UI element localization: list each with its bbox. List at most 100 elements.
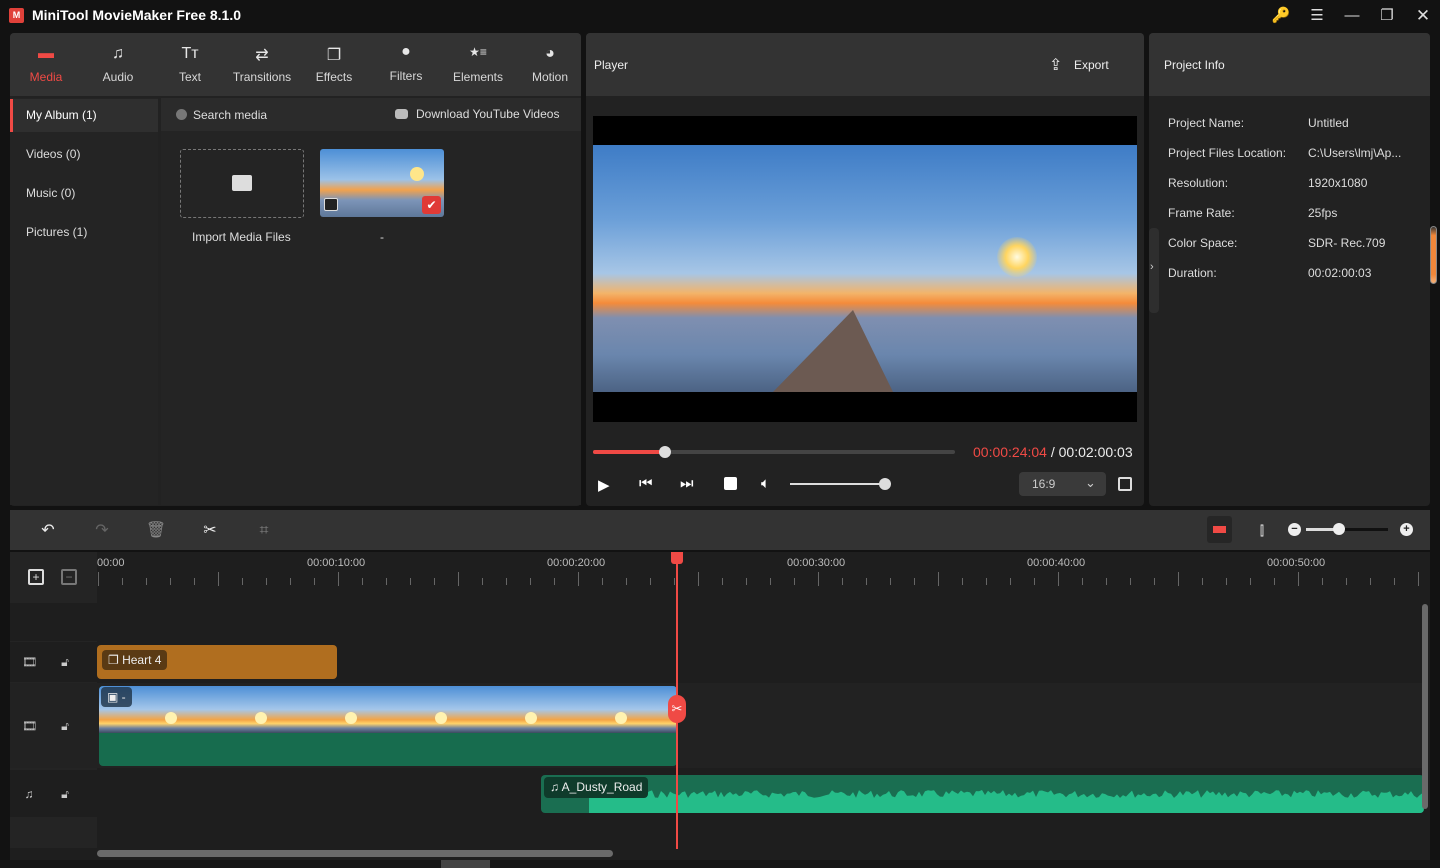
tab-elements[interactable]: ★≡ Elements <box>443 33 513 96</box>
ruler-tick <box>794 578 795 585</box>
total-time: 00:02:00:03 <box>1058 444 1133 460</box>
lock-icon[interactable]: 🔓︎ <box>58 655 72 669</box>
lock-icon[interactable]: 🔓︎ <box>58 719 72 733</box>
play-button[interactable]: ▶ <box>598 476 610 494</box>
bottom-strip <box>0 860 1440 868</box>
filmstrip-frame <box>279 686 369 733</box>
ruler-tick <box>842 578 843 585</box>
text-icon: Tт <box>181 45 199 62</box>
ruler-tick <box>1082 578 1083 585</box>
zoom-in-icon[interactable]: + <box>1400 523 1413 536</box>
media-library: Search media Download YouTube Videos Imp… <box>161 98 581 505</box>
redo-icon[interactable]: ↷ <box>91 520 113 542</box>
split-scissors-icon[interactable]: ✂ <box>199 520 221 542</box>
current-time: 00:00:24:04 <box>973 444 1047 460</box>
snap-toggle[interactable] <box>1207 516 1232 543</box>
tab-media[interactable]: ▬ Media <box>11 33 81 96</box>
next-frame-button[interactable]: ⏭ <box>680 475 694 492</box>
stop-button[interactable] <box>724 477 737 490</box>
filmstrip-frame <box>369 686 459 733</box>
timeline-zoom-slider[interactable] <box>1306 523 1388 535</box>
image-type-icon: ▣ <box>107 690 122 704</box>
ruler-tick <box>242 578 243 585</box>
export-button[interactable]: Export <box>1074 58 1109 72</box>
sun-image <box>345 712 357 724</box>
audio-clip[interactable]: ♫ A_Dusty_Road <box>541 775 1424 813</box>
tab-motion-label: Motion <box>531 70 569 84</box>
elements-icon: ★≡ <box>469 45 487 59</box>
download-youtube-button[interactable]: Download YouTube Videos <box>416 107 559 121</box>
sun-image <box>615 712 627 724</box>
zoom-handle[interactable] <box>1332 523 1345 535</box>
volume-icon[interactable]: 🔈︎ <box>761 475 770 492</box>
tab-transitions[interactable]: ⇄ Transitions <box>227 33 297 96</box>
motion-icon: ◕ <box>545 45 555 62</box>
lock-icon[interactable]: 🔓︎ <box>58 787 72 801</box>
volume-slider[interactable] <box>790 478 891 490</box>
aspect-ratio-dropdown[interactable]: 16:9 ⌄ <box>1019 472 1106 496</box>
video-clip[interactable]: ▣ - <box>99 686 677 766</box>
media-tabs-bar: ▬ Media ♫ Audio Tт Text ⇄ Transitions ❐ … <box>10 33 581 96</box>
tab-text[interactable]: Tт Text <box>155 33 225 96</box>
volume-handle[interactable] <box>879 478 891 490</box>
playback-progress-bar[interactable] <box>593 446 955 458</box>
ruler-tick <box>1202 578 1203 585</box>
minimize-icon[interactable]: — <box>1339 4 1365 28</box>
sidebar-item-music[interactable]: Music (0) <box>10 177 158 210</box>
sidebar-item-my-album[interactable]: My Album (1) <box>10 99 158 132</box>
fit-timeline-icon[interactable]: ⫿ <box>1251 520 1273 542</box>
ruler-tick <box>1154 578 1155 585</box>
tab-motion[interactable]: ◕ Motion <box>515 33 581 96</box>
ruler-label: 00:00:40:00 <box>1027 557 1086 569</box>
ruler-tick <box>602 578 603 585</box>
ruler-label: 00:00 <box>97 557 125 569</box>
ruler-tick <box>290 578 291 585</box>
ruler-tick <box>746 578 747 585</box>
ruler-tick <box>410 578 411 585</box>
media-thumbnail[interactable]: ✔ <box>320 149 444 217</box>
key-icon[interactable]: 🔑 <box>1268 4 1294 28</box>
pier-image <box>773 310 893 392</box>
playhead-handle[interactable] <box>671 552 683 564</box>
video-preview[interactable] <box>593 116 1137 422</box>
tab-filters[interactable]: ● Filters <box>371 33 441 96</box>
music-note-icon: ♫ <box>550 780 562 794</box>
add-track-icon[interactable]: + <box>28 569 44 585</box>
timeline-horizontal-scrollbar[interactable] <box>97 850 613 857</box>
sun-image <box>525 712 537 724</box>
sidebar-item-pictures[interactable]: Pictures (1) <box>10 216 158 249</box>
crop-icon[interactable]: ⌗ <box>253 520 275 542</box>
previous-frame-button[interactable]: ⏮ <box>639 475 653 492</box>
ruler-tick <box>1298 572 1299 586</box>
menu-icon[interactable]: ☰ <box>1304 4 1330 28</box>
delete-icon[interactable]: 🗑︎ <box>145 520 167 542</box>
close-icon[interactable]: ✕ <box>1410 4 1436 28</box>
ruler-tick <box>1394 578 1395 585</box>
project-name-value: Untitled <box>1308 116 1349 130</box>
album-sidebar: My Album (1) Videos (0) Music (0) Pictur… <box>10 98 158 505</box>
tab-effects[interactable]: ❐ Effects <box>299 33 369 96</box>
zoom-out-icon[interactable]: − <box>1288 523 1301 536</box>
fullscreen-icon[interactable] <box>1118 477 1132 491</box>
undo-icon[interactable]: ↶ <box>37 520 59 542</box>
sidebar-item-videos[interactable]: Videos (0) <box>10 138 158 171</box>
ruler-tick <box>1226 578 1227 585</box>
effect-clip[interactable]: ❐ Heart 4 <box>97 645 337 679</box>
ruler-tick <box>770 578 771 585</box>
timeline-vertical-scrollbar[interactable] <box>1422 604 1428 809</box>
remove-track-icon[interactable]: − <box>61 569 77 585</box>
restore-icon[interactable]: ❐ <box>1374 4 1400 28</box>
import-media-button[interactable] <box>180 149 304 218</box>
vertical-scrollbar[interactable] <box>1430 226 1437 284</box>
ruler-tick <box>938 572 939 586</box>
ruler-tick <box>530 578 531 585</box>
snap-icon <box>1213 526 1226 533</box>
split-at-playhead-icon[interactable]: ✂ <box>668 695 686 723</box>
tab-audio[interactable]: ♫ Audio <box>83 33 153 96</box>
info-label: Project Name: <box>1168 116 1245 130</box>
ruler-tick <box>1250 578 1251 585</box>
taskbar-scroll-thumb <box>441 860 490 868</box>
collapse-panel-handle[interactable]: › <box>1149 228 1159 313</box>
media-clip-name: - <box>380 230 384 244</box>
search-input[interactable]: Search media <box>193 108 267 122</box>
